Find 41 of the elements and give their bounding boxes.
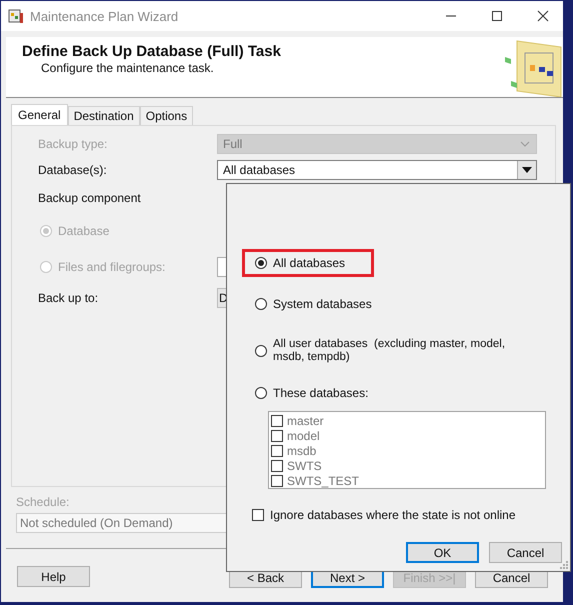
field-label: Backup type: (38, 137, 108, 151)
radio-label: Database (58, 224, 110, 238)
checkbox[interactable] (271, 414, 283, 426)
field-label: Database(s): (38, 163, 108, 177)
help-button[interactable]: Help (17, 566, 90, 587)
tab[interactable]: General (11, 104, 68, 125)
radio-label: All databases (273, 256, 346, 270)
radio-button[interactable] (255, 298, 267, 310)
field-label: Back up to: (38, 291, 100, 305)
checkbox[interactable] (271, 474, 283, 486)
page-subtitle: Configure the maintenance task. (40, 61, 215, 75)
tab[interactable]: Options (140, 106, 194, 125)
checkbox[interactable] (271, 444, 283, 456)
close-icon[interactable] (537, 10, 549, 22)
checkbox[interactable] (252, 509, 264, 521)
maximize-icon[interactable] (491, 10, 503, 22)
database-name: msdb (287, 444, 316, 458)
schedule-label: Schedule: (16, 495, 70, 509)
databases-dropdown[interactable]: All databases (217, 160, 537, 180)
checkbox[interactable] (271, 460, 283, 472)
radio-label: Files and filegroups: (58, 260, 166, 274)
app-icon (8, 8, 24, 24)
radio-label: System databases (273, 297, 372, 311)
database-name: SWTS (287, 458, 322, 472)
radio-button[interactable] (255, 257, 267, 269)
radio-button[interactable] (255, 387, 267, 399)
tab[interactable]: Destination (68, 106, 140, 125)
dropdown-arrow-icon (522, 167, 532, 173)
database-name: master (287, 414, 324, 428)
database-name: SWTS_TEST (287, 474, 360, 488)
window-title: Maintenance Plan Wizard (30, 8, 180, 24)
section-label: Backup component (38, 191, 142, 205)
radio-label: These databases: (273, 386, 368, 400)
checkbox[interactable] (271, 430, 283, 442)
dialog-button[interactable]: Cancel (489, 542, 562, 563)
page-title: Define Back Up Database (Full) Task (22, 43, 281, 60)
radio-label: All user databases (excluding master, model, msdb, tempdb) (273, 338, 506, 364)
resize-grip-icon[interactable] (560, 561, 568, 569)
radio-button[interactable] (255, 345, 267, 357)
database-name: model (287, 428, 320, 442)
dialog-button[interactable]: OK (406, 542, 479, 563)
